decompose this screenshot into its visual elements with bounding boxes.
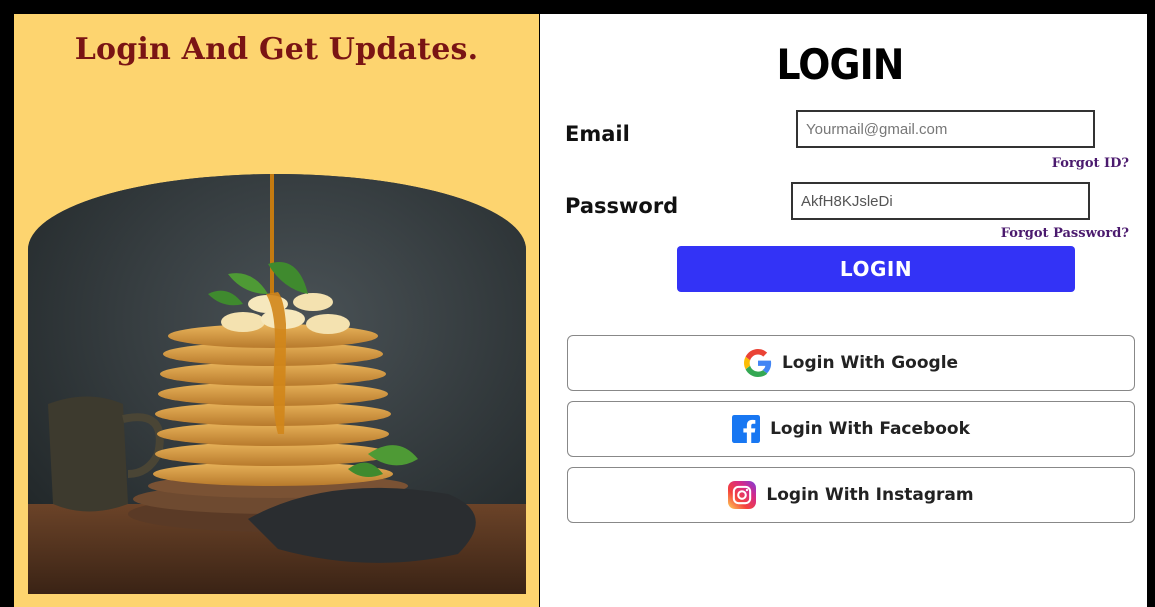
login-button[interactable]: LOGIN [677, 246, 1075, 292]
facebook-icon [732, 415, 761, 443]
promo-panel: Login And Get Updates. [14, 14, 539, 607]
email-field[interactable] [796, 110, 1095, 148]
email-label: Email [565, 122, 630, 146]
login-panel: LOGIN Email Forgot ID? Password Forgot P… [540, 14, 1147, 607]
pancake-stack-photo [28, 174, 526, 594]
forgot-id-link[interactable]: Forgot ID? [1052, 156, 1129, 171]
google-login-label: Login With Google [781, 353, 959, 373]
google-icon [743, 349, 772, 377]
login-with-instagram-button[interactable]: Login With Instagram [567, 467, 1135, 523]
promo-title: Login And Get Updates. [74, 32, 479, 67]
forgot-password-link[interactable]: Forgot Password? [1001, 226, 1129, 241]
login-heading: LOGIN [776, 40, 904, 89]
instagram-icon [728, 481, 757, 509]
login-with-google-button[interactable]: Login With Google [567, 335, 1135, 391]
password-field[interactable] [791, 182, 1090, 220]
password-label: Password [565, 194, 679, 218]
facebook-login-label: Login With Facebook [770, 419, 970, 439]
login-with-facebook-button[interactable]: Login With Facebook [567, 401, 1135, 457]
instagram-login-label: Login With Instagram [766, 485, 974, 505]
